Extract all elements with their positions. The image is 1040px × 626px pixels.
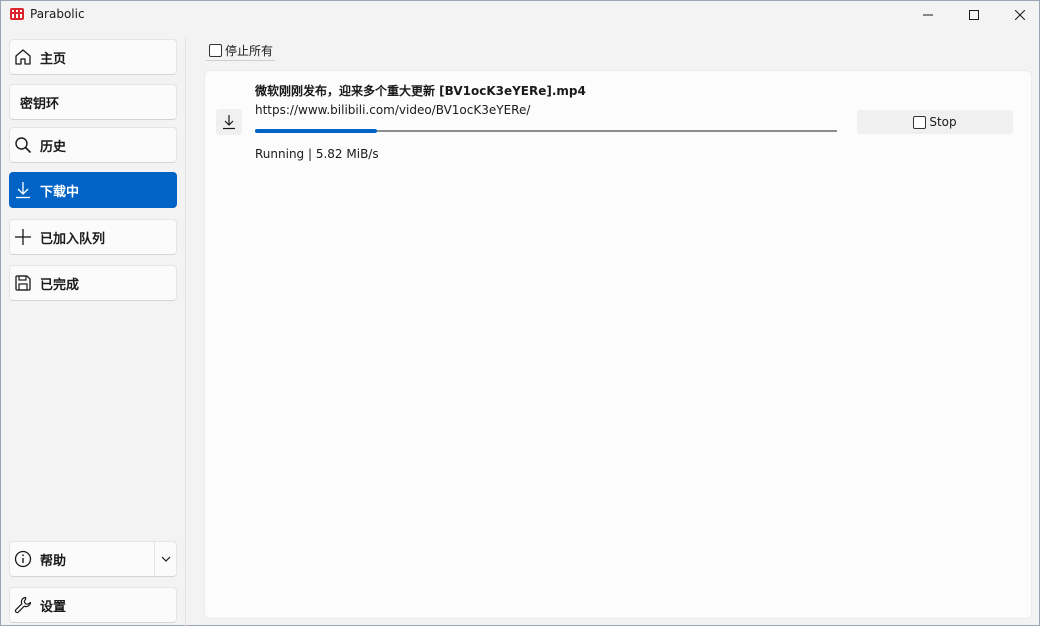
download-url: https://www.bilibili.com/video/BV1ocK3eY… <box>255 103 531 117</box>
sidebar-item-label: 历史 <box>40 139 67 155</box>
chevron-down-icon[interactable] <box>154 542 176 576</box>
progress-bar <box>255 129 377 133</box>
sidebar-item-label: 已加入队列 <box>40 231 106 247</box>
stop-all-label: 停止所有 <box>225 44 274 58</box>
stop-all-checkbox[interactable]: 停止所有 <box>206 41 275 61</box>
plus-icon <box>13 227 33 247</box>
close-button[interactable] <box>997 1 1040 29</box>
sidebar-item-queued[interactable]: 已加入队列 <box>9 219 177 255</box>
sidebar-item-help[interactable]: 帮助 <box>9 541 177 577</box>
app-window: Parabolic 主页 密钥环 历史 下载中 已加入队列 已完成 帮助 设置 … <box>0 0 1040 626</box>
sidebar-item-label: 主页 <box>40 51 67 67</box>
sidebar-item-keyring[interactable]: 密钥环 <box>9 84 177 120</box>
sidebar-item-home[interactable]: 主页 <box>9 39 177 75</box>
search-icon <box>13 135 33 155</box>
maximize-button[interactable] <box>951 1 997 29</box>
download-status: Running | 5.82 MiB/s <box>255 147 379 161</box>
sidebar-item-label: 设置 <box>40 599 67 615</box>
sidebar-item-history[interactable]: 历史 <box>9 127 177 163</box>
window-title: Parabolic <box>30 7 85 21</box>
stop-checkbox-icon <box>913 115 927 129</box>
sidebar-item-downloading[interactable]: 下载中 <box>9 172 177 208</box>
sidebar-item-settings[interactable]: 设置 <box>9 587 177 623</box>
app-logo-icon <box>10 8 24 20</box>
download-row-icon <box>216 109 242 135</box>
sidebar-divider <box>185 37 186 626</box>
sidebar-item-label: 密钥环 <box>20 96 60 112</box>
sidebar-item-label: 已完成 <box>40 277 80 293</box>
downloads-panel: 微软刚刚发布，迎来多个重大更新 [BV1ocK3eYERe].mp4 https… <box>204 70 1032 619</box>
wrench-icon <box>13 595 33 615</box>
sidebar-item-label: 下载中 <box>40 184 80 200</box>
title-bar: Parabolic <box>1 1 1039 29</box>
minimize-button[interactable] <box>905 1 951 29</box>
close-icon <box>1015 10 1025 20</box>
download-icon <box>223 115 235 130</box>
stop-button-label: Stop <box>929 115 957 129</box>
maximize-icon <box>969 10 979 20</box>
minimize-icon <box>923 14 933 16</box>
download-title: 微软刚刚发布，迎来多个重大更新 [BV1ocK3eYERe].mp4 <box>255 84 586 98</box>
home-icon <box>13 47 33 67</box>
sidebar-item-label: 帮助 <box>40 553 67 569</box>
sidebar-item-completed[interactable]: 已完成 <box>9 265 177 301</box>
checkbox-box[interactable] <box>209 44 222 57</box>
info-icon <box>13 549 33 569</box>
stop-button[interactable]: Stop <box>857 110 1013 134</box>
download-icon <box>13 180 33 200</box>
save-icon <box>13 273 33 293</box>
